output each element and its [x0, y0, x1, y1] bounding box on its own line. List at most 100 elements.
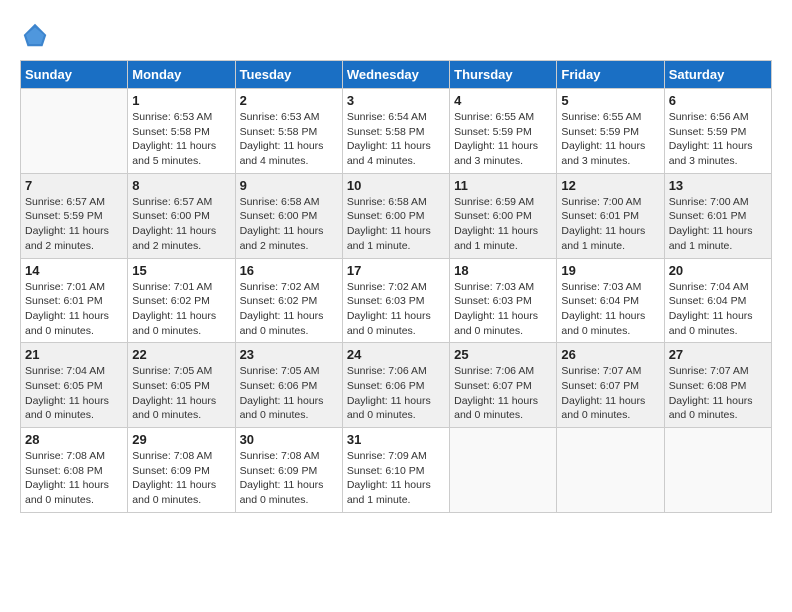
calendar-cell: 10 Sunrise: 6:58 AMSunset: 6:00 PMDayligh… [342, 173, 449, 258]
calendar-cell: 19 Sunrise: 7:03 AMSunset: 6:04 PMDayligh… [557, 258, 664, 343]
day-number: 11 [454, 178, 552, 193]
day-info: Sunrise: 7:02 AMSunset: 6:03 PMDaylight:… [347, 280, 445, 339]
calendar-week-row: 21Sunrise: 7:04 AMSunset: 6:05 PMDayligh… [21, 343, 772, 428]
calendar-header-row: SundayMondayTuesdayWednesdayThursdayFrid… [21, 61, 772, 89]
day-info: Sunrise: 7:08 AMSunset: 6:09 PMDaylight:… [240, 449, 338, 508]
calendar-cell: 27 Sunrise: 7:07 AMSunset: 6:08 PMDayligh… [664, 343, 771, 428]
calendar-cell: 20 Sunrise: 7:04 AMSunset: 6:04 PMDayligh… [664, 258, 771, 343]
day-info: Sunrise: 6:57 AMSunset: 6:00 PMDaylight:… [132, 195, 230, 254]
day-info: Sunrise: 7:06 AMSunset: 6:07 PMDaylight:… [454, 364, 552, 423]
day-number: 7 [25, 178, 123, 193]
day-number: 23 [240, 347, 338, 362]
calendar-cell: 4 Sunrise: 6:55 AMSunset: 5:59 PMDaylight… [450, 89, 557, 174]
day-number: 19 [561, 263, 659, 278]
day-of-week-header: Friday [557, 61, 664, 89]
calendar-cell: 5Sunrise: 6:55 AMSunset: 5:59 PMDaylight… [557, 89, 664, 174]
page-header [20, 20, 772, 50]
calendar-cell: 2 Sunrise: 6:53 AMSunset: 5:58 PMDaylight… [235, 89, 342, 174]
day-number: 13 [669, 178, 767, 193]
day-number: 22 [132, 347, 230, 362]
day-number: 15 [132, 263, 230, 278]
day-info: Sunrise: 7:05 AMSunset: 6:06 PMDaylight:… [240, 364, 338, 423]
calendar-cell: 21Sunrise: 7:04 AMSunset: 6:05 PMDayligh… [21, 343, 128, 428]
day-info: Sunrise: 7:07 AMSunset: 6:08 PMDaylight:… [669, 364, 767, 423]
day-number: 10 [347, 178, 445, 193]
day-of-week-header: Tuesday [235, 61, 342, 89]
day-info: Sunrise: 7:06 AMSunset: 6:06 PMDaylight:… [347, 364, 445, 423]
calendar-cell: 7 Sunrise: 6:57 AMSunset: 5:59 PMDaylight… [21, 173, 128, 258]
day-info: Sunrise: 6:58 AMSunset: 6:00 PMDaylight:… [240, 195, 338, 254]
calendar-cell: 23 Sunrise: 7:05 AMSunset: 6:06 PMDayligh… [235, 343, 342, 428]
day-number: 20 [669, 263, 767, 278]
day-info: Sunrise: 7:08 AMSunset: 6:08 PMDaylight:… [25, 449, 123, 508]
day-info: Sunrise: 6:53 AMSunset: 5:58 PMDaylight:… [240, 110, 338, 169]
calendar-week-row: 1 Sunrise: 6:53 AMSunset: 5:58 PMDaylight… [21, 89, 772, 174]
day-of-week-header: Saturday [664, 61, 771, 89]
calendar-cell: 9 Sunrise: 6:58 AMSunset: 6:00 PMDaylight… [235, 173, 342, 258]
calendar-cell: 18 Sunrise: 7:03 AMSunset: 6:03 PMDayligh… [450, 258, 557, 343]
day-info: Sunrise: 6:57 AMSunset: 5:59 PMDaylight:… [25, 195, 123, 254]
day-info: Sunrise: 7:09 AMSunset: 6:10 PMDaylight:… [347, 449, 445, 508]
calendar-cell: 15 Sunrise: 7:01 AMSunset: 6:02 PMDayligh… [128, 258, 235, 343]
day-number: 14 [25, 263, 123, 278]
day-number: 1 [132, 93, 230, 108]
calendar-cell: 1 Sunrise: 6:53 AMSunset: 5:58 PMDaylight… [128, 89, 235, 174]
calendar-cell: 11Sunrise: 6:59 AMSunset: 6:00 PMDayligh… [450, 173, 557, 258]
day-number: 9 [240, 178, 338, 193]
calendar-cell: 12 Sunrise: 7:00 AMSunset: 6:01 PMDayligh… [557, 173, 664, 258]
day-info: Sunrise: 6:54 AMSunset: 5:58 PMDaylight:… [347, 110, 445, 169]
day-info: Sunrise: 7:01 AMSunset: 6:01 PMDaylight:… [25, 280, 123, 339]
day-number: 30 [240, 432, 338, 447]
day-number: 26 [561, 347, 659, 362]
day-number: 5 [561, 93, 659, 108]
calendar-cell [450, 428, 557, 513]
day-info: Sunrise: 7:03 AMSunset: 6:04 PMDaylight:… [561, 280, 659, 339]
logo [20, 20, 54, 50]
day-number: 28 [25, 432, 123, 447]
day-number: 16 [240, 263, 338, 278]
calendar-cell: 24Sunrise: 7:06 AMSunset: 6:06 PMDayligh… [342, 343, 449, 428]
calendar-week-row: 7 Sunrise: 6:57 AMSunset: 5:59 PMDaylight… [21, 173, 772, 258]
day-number: 18 [454, 263, 552, 278]
calendar-cell: 28 Sunrise: 7:08 AMSunset: 6:08 PMDayligh… [21, 428, 128, 513]
day-number: 21 [25, 347, 123, 362]
day-of-week-header: Thursday [450, 61, 557, 89]
day-info: Sunrise: 7:05 AMSunset: 6:05 PMDaylight:… [132, 364, 230, 423]
day-info: Sunrise: 7:00 AMSunset: 6:01 PMDaylight:… [561, 195, 659, 254]
day-number: 2 [240, 93, 338, 108]
calendar-cell: 13 Sunrise: 7:00 AMSunset: 6:01 PMDayligh… [664, 173, 771, 258]
calendar-cell: 30 Sunrise: 7:08 AMSunset: 6:09 PMDayligh… [235, 428, 342, 513]
day-info: Sunrise: 7:00 AMSunset: 6:01 PMDaylight:… [669, 195, 767, 254]
day-number: 25 [454, 347, 552, 362]
day-info: Sunrise: 7:03 AMSunset: 6:03 PMDaylight:… [454, 280, 552, 339]
day-info: Sunrise: 6:58 AMSunset: 6:00 PMDaylight:… [347, 195, 445, 254]
calendar-cell: 14 Sunrise: 7:01 AMSunset: 6:01 PMDayligh… [21, 258, 128, 343]
day-info: Sunrise: 7:01 AMSunset: 6:02 PMDaylight:… [132, 280, 230, 339]
logo-icon [20, 20, 50, 50]
day-info: Sunrise: 6:55 AMSunset: 5:59 PMDaylight:… [454, 110, 552, 169]
calendar-week-row: 28 Sunrise: 7:08 AMSunset: 6:08 PMDayligh… [21, 428, 772, 513]
day-info: Sunrise: 7:02 AMSunset: 6:02 PMDaylight:… [240, 280, 338, 339]
day-number: 12 [561, 178, 659, 193]
calendar-cell: 3 Sunrise: 6:54 AMSunset: 5:58 PMDaylight… [342, 89, 449, 174]
day-of-week-header: Monday [128, 61, 235, 89]
calendar-cell: 6Sunrise: 6:56 AMSunset: 5:59 PMDaylight… [664, 89, 771, 174]
calendar-cell: 26 Sunrise: 7:07 AMSunset: 6:07 PMDayligh… [557, 343, 664, 428]
day-info: Sunrise: 7:08 AMSunset: 6:09 PMDaylight:… [132, 449, 230, 508]
day-info: Sunrise: 6:53 AMSunset: 5:58 PMDaylight:… [132, 110, 230, 169]
calendar-cell: 31 Sunrise: 7:09 AMSunset: 6:10 PMDayligh… [342, 428, 449, 513]
day-info: Sunrise: 7:04 AMSunset: 6:04 PMDaylight:… [669, 280, 767, 339]
day-number: 8 [132, 178, 230, 193]
day-info: Sunrise: 7:07 AMSunset: 6:07 PMDaylight:… [561, 364, 659, 423]
calendar-cell [664, 428, 771, 513]
calendar-cell: 25 Sunrise: 7:06 AMSunset: 6:07 PMDayligh… [450, 343, 557, 428]
day-info: Sunrise: 6:56 AMSunset: 5:59 PMDaylight:… [669, 110, 767, 169]
calendar-cell: 8 Sunrise: 6:57 AMSunset: 6:00 PMDaylight… [128, 173, 235, 258]
day-number: 4 [454, 93, 552, 108]
day-number: 29 [132, 432, 230, 447]
day-number: 3 [347, 93, 445, 108]
day-number: 27 [669, 347, 767, 362]
calendar-week-row: 14 Sunrise: 7:01 AMSunset: 6:01 PMDayligh… [21, 258, 772, 343]
day-number: 31 [347, 432, 445, 447]
day-of-week-header: Sunday [21, 61, 128, 89]
